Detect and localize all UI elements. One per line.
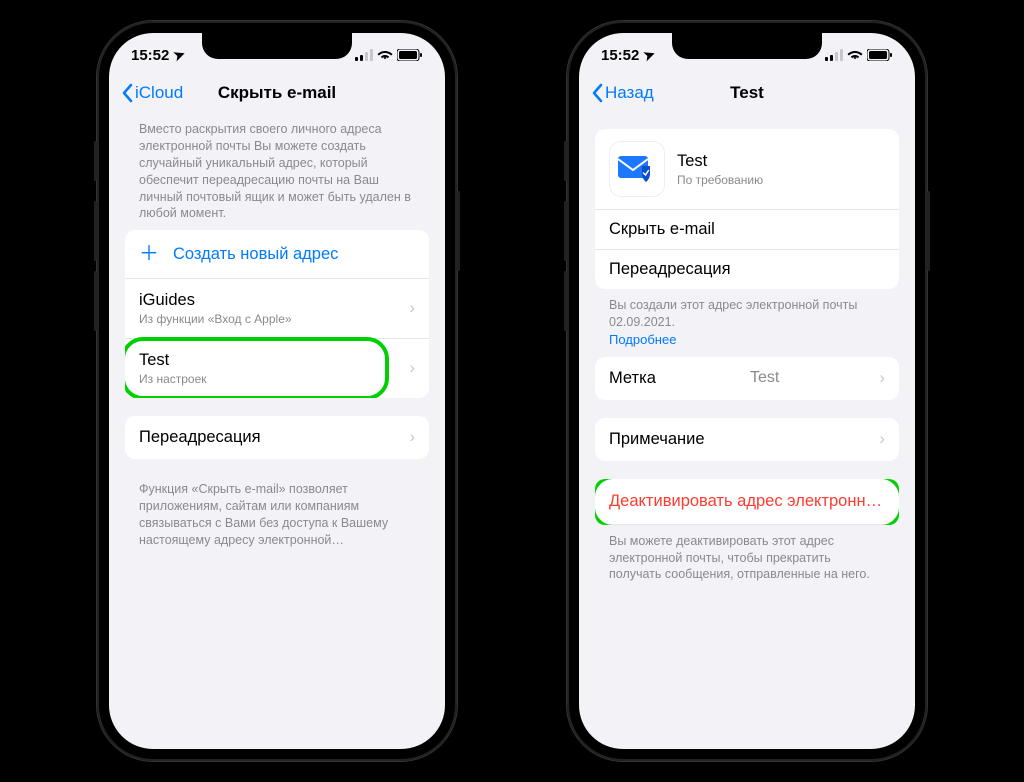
- chevron-right-icon: ›: [410, 299, 416, 318]
- back-button[interactable]: iCloud: [121, 83, 183, 103]
- nav-bar-left: iCloud Скрыть e-mail: [109, 73, 445, 113]
- back-label: Назад: [605, 83, 654, 103]
- plus-icon: ＋: [139, 244, 159, 264]
- row-label: Метка: [609, 369, 656, 388]
- wifi-icon: [847, 49, 863, 61]
- status-icons: [825, 49, 893, 61]
- status-time: 15:52: [601, 47, 639, 64]
- item-title: iGuides: [139, 291, 195, 309]
- deactivate-group: Деактивировать адрес электронной п…: [595, 479, 899, 525]
- chevron-left-icon: [121, 83, 133, 103]
- intro-text: Вместо раскрытия своего личного адреса э…: [125, 117, 429, 230]
- phone-right: 15:52 ➤ Назад Test: [567, 21, 927, 761]
- status-time: 15:52: [131, 47, 169, 64]
- wifi-icon: [377, 49, 393, 61]
- battery-icon: [867, 49, 893, 61]
- status-icons: [355, 49, 423, 61]
- address-item-iguides[interactable]: iGuides Из функции «Вход с Apple» ›: [125, 279, 429, 339]
- deactivate-button[interactable]: Деактивировать адрес электронной п…: [595, 479, 899, 525]
- row-label: Переадресация: [609, 260, 731, 279]
- chevron-right-icon: ›: [410, 428, 416, 447]
- nav-bar-right: Назад Test: [579, 73, 915, 113]
- hide-email-row[interactable]: Скрыть e-mail: [595, 210, 899, 250]
- chevron-right-icon: ›: [880, 430, 886, 449]
- forward-label: Переадресация: [139, 428, 261, 447]
- create-address-button[interactable]: ＋ Создать новый адрес: [125, 230, 429, 279]
- screen-right: 15:52 ➤ Назад Test: [579, 33, 915, 749]
- forward-row[interactable]: Переадресация ›: [125, 416, 429, 459]
- chevron-left-icon: [591, 83, 603, 103]
- note-group: Примечание ›: [595, 418, 899, 461]
- mail-shield-icon: [609, 141, 665, 197]
- info-card: Test По требованию: [595, 129, 899, 210]
- back-label: iCloud: [135, 83, 183, 103]
- battery-icon: [397, 49, 423, 61]
- signal-icon: [825, 49, 843, 61]
- info-card-group: Test По требованию Скрыть e-mail Переадр…: [595, 129, 899, 289]
- item-subtitle: Из настроек: [139, 372, 207, 386]
- notch: [202, 33, 352, 59]
- row-label: Скрыть e-mail: [609, 220, 715, 239]
- label-group: Метка Test ›: [595, 357, 899, 400]
- row-label: Примечание: [609, 430, 705, 449]
- card-title: Test: [677, 152, 763, 171]
- deactivate-info: Вы можете деактивировать этот адрес элек…: [595, 529, 899, 592]
- forward-row[interactable]: Переадресация: [595, 250, 899, 289]
- created-info: Вы создали этот адрес электронной почты …: [595, 293, 899, 357]
- more-link[interactable]: Подробнее: [609, 332, 676, 347]
- chevron-right-icon: ›: [880, 369, 886, 388]
- address-item-test[interactable]: Test Из настроек ›: [125, 339, 429, 398]
- item-subtitle: Из функции «Вход с Apple»: [139, 312, 292, 326]
- chevron-right-icon: ›: [410, 359, 416, 378]
- item-title: Test: [139, 351, 169, 369]
- location-icon: ➤: [642, 45, 658, 64]
- back-button[interactable]: Назад: [591, 83, 654, 103]
- notch: [672, 33, 822, 59]
- create-label: Создать новый адрес: [173, 245, 338, 264]
- location-icon: ➤: [172, 45, 188, 64]
- row-value: Test: [750, 369, 779, 387]
- note-row[interactable]: Примечание ›: [595, 418, 899, 461]
- footer-info: Функция «Скрыть e-mail» позволяет прилож…: [125, 477, 429, 557]
- screen-left: 15:52 ➤ iCloud Скрыть e-mail Вместо раск…: [109, 33, 445, 749]
- label-row[interactable]: Метка Test ›: [595, 357, 899, 400]
- phone-left: 15:52 ➤ iCloud Скрыть e-mail Вместо раск…: [97, 21, 457, 761]
- signal-icon: [355, 49, 373, 61]
- card-subtitle: По требованию: [677, 173, 763, 187]
- address-group: ＋ Создать новый адрес iGuides Из функции…: [125, 230, 429, 398]
- forward-group: Переадресация ›: [125, 416, 429, 459]
